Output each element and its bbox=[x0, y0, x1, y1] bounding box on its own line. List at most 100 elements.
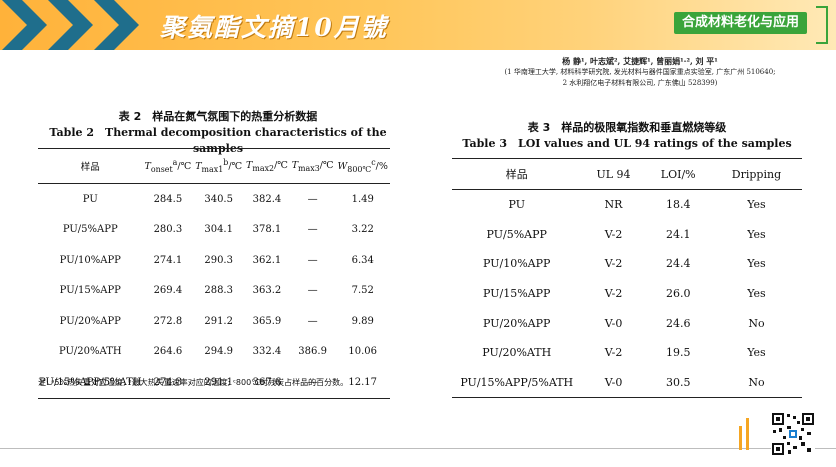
footer-divider bbox=[0, 448, 836, 449]
column-header: Tmax3/℃ bbox=[289, 148, 336, 184]
table3-caption: 表 3 样品的极限氧指数和垂直燃烧等级 Table 3 LOI values a… bbox=[452, 120, 802, 152]
table-row: PU/5%APP V-2 24.1 Yes bbox=[452, 220, 802, 250]
table-cell: 304.1 bbox=[204, 224, 233, 236]
chevron-arrows-icon bbox=[2, 0, 139, 50]
sample-cell: PU bbox=[82, 193, 98, 205]
affiliation-line: 2 水利翔亿电子材料有限公司, 广东佛山 528399) bbox=[562, 79, 718, 87]
table-cell: NR bbox=[604, 198, 623, 212]
table-row: PU/20%APP 272.8 291.2 365.9 — 9.89 bbox=[38, 306, 390, 337]
table-cell: 332.4 bbox=[252, 346, 282, 358]
table-row: PU 284.5 340.5 382.4 — 1.49 bbox=[38, 184, 390, 215]
table-cell: 269.4 bbox=[153, 285, 183, 297]
table-cell: V-2 bbox=[604, 227, 623, 241]
table-cell: No bbox=[748, 316, 765, 330]
table-cell: 340.5 bbox=[204, 193, 233, 205]
table-cell: 9.89 bbox=[351, 315, 374, 327]
table-cell: 288.3 bbox=[204, 285, 233, 297]
table-cell: — bbox=[307, 315, 318, 327]
author-names: 杨 静¹, 叶志斌², 艾捷辉¹, 曾丽娟¹·², 刘 平¹ bbox=[562, 56, 718, 66]
thermal-table: 样品 Tonseta/℃ Tmax1b/℃ Tmax2/℃ Tmax3/℃ W8… bbox=[38, 148, 390, 399]
table-cell: 291.2 bbox=[204, 315, 233, 327]
banner-title: 聚氨酯文摘10月號 bbox=[160, 13, 388, 42]
affiliation-line: (1 华南理工大学, 材料科学研究院, 发光材料与器件国家重点实验室, 广东广州… bbox=[504, 68, 776, 76]
sample-cell: PU/20%ATH bbox=[58, 346, 122, 358]
table2-caption-cn: 表 2 样品在氮气氛围下的热重分析数据 bbox=[118, 110, 318, 123]
table-cell: V-0 bbox=[604, 316, 623, 330]
table-row: PU/20%ATH V-2 19.5 Yes bbox=[452, 338, 802, 368]
table-cell: 382.4 bbox=[252, 193, 282, 205]
author-block: 杨 静¹, 叶志斌², 艾捷辉¹, 曾丽娟¹·², 刘 平¹ (1 华南理工大学… bbox=[450, 56, 830, 89]
table-row: PU/10%APP V-2 24.4 Yes bbox=[452, 249, 802, 279]
table-cell: 7.52 bbox=[351, 285, 374, 297]
table-row: PU NR 18.4 Yes bbox=[452, 190, 802, 220]
table-row: PU/15%APP 269.4 288.3 363.2 — 7.52 bbox=[38, 276, 390, 307]
table-cell: Yes bbox=[747, 287, 766, 301]
sample-cell: PU/5%APP bbox=[62, 224, 118, 236]
sample-cell: PU bbox=[508, 198, 525, 212]
sample-cell: PU/20%APP bbox=[483, 316, 551, 330]
table-cell: V-2 bbox=[604, 287, 623, 301]
sample-cell: PU/20%ATH bbox=[482, 346, 552, 360]
table-cell: 3.22 bbox=[351, 224, 374, 236]
column-header: 样品 bbox=[38, 148, 143, 184]
table-cell: No bbox=[748, 375, 765, 389]
table-row: PU/20%APP V-0 24.6 No bbox=[452, 308, 802, 338]
sample-cell: PU/20%APP bbox=[59, 315, 121, 327]
table3-caption-en: Table 3 LOI values and UL 94 ratings of … bbox=[462, 137, 792, 150]
sample-cell: PU/5%APP bbox=[486, 227, 547, 241]
table-cell: 386.9 bbox=[298, 346, 327, 358]
column-header: UL 94 bbox=[581, 158, 646, 190]
table-cell: 1.49 bbox=[351, 193, 374, 205]
decorative-bars-icon bbox=[739, 418, 749, 450]
table-cell: 272.8 bbox=[153, 315, 183, 327]
sample-cell: PU/15%APP/5%ATH bbox=[460, 375, 574, 389]
table-cell: 26.0 bbox=[665, 287, 691, 301]
table-cell: — bbox=[307, 285, 318, 297]
table-cell: 264.6 bbox=[153, 346, 183, 358]
column-header: W800℃c/% bbox=[335, 148, 390, 184]
sample-cell: PU/10%APP bbox=[483, 257, 551, 271]
table-cell: — bbox=[307, 224, 318, 236]
table-row: PU/5%APP 280.3 304.1 378.1 — 3.22 bbox=[38, 215, 390, 246]
table-cell: Yes bbox=[747, 257, 766, 271]
table-cell: Yes bbox=[747, 198, 766, 212]
table2-footnote: 注: ᵃ5%热失重对应温度; ᵇ最大热失重速率对应的温度; ᶜ800℃时残炭占样… bbox=[38, 378, 349, 387]
table-header-row: 样品 Tonseta/℃ Tmax1b/℃ Tmax2/℃ Tmax3/℃ W8… bbox=[38, 148, 390, 184]
column-header: Tmax2/℃ bbox=[244, 148, 290, 184]
table-row: PU/20%ATH 264.6 294.9 332.4 386.9 10.06 bbox=[38, 337, 390, 368]
loi-table: 样品 UL 94 LOI/% Dripping PU NR 18.4 Yes P… bbox=[452, 158, 802, 399]
header-banner: 聚氨酯文摘10月號 合成材料老化与应用 bbox=[0, 0, 836, 50]
table-header-row: 样品 UL 94 LOI/% Dripping bbox=[452, 158, 802, 190]
table-row: PU/15%APP/5%ATH V-0 30.5 No bbox=[452, 368, 802, 398]
table-cell: 10.06 bbox=[348, 346, 378, 358]
category-tag: 合成材料老化与应用 bbox=[673, 12, 807, 34]
table-cell: 378.1 bbox=[252, 224, 282, 236]
table-cell: 284.5 bbox=[153, 193, 183, 205]
table-cell: 365.9 bbox=[252, 315, 282, 327]
column-header: Tmax1b/℃ bbox=[193, 148, 245, 184]
table-cell: — bbox=[307, 193, 318, 205]
sample-cell: PU/10%APP bbox=[59, 254, 121, 266]
table-cell: 19.5 bbox=[665, 346, 691, 360]
column-header: 样品 bbox=[452, 158, 582, 190]
table-cell: 6.34 bbox=[351, 254, 374, 266]
table-row: PU/15%APP V-2 26.0 Yes bbox=[452, 279, 802, 309]
table-cell: V-0 bbox=[604, 375, 623, 389]
table-cell: 363.2 bbox=[252, 285, 282, 297]
table-cell: 280.3 bbox=[153, 224, 183, 236]
sample-cell: PU/15%APP bbox=[59, 285, 121, 297]
table-cell: 18.4 bbox=[665, 198, 691, 212]
table-cell: 362.1 bbox=[252, 254, 282, 266]
qr-code-icon[interactable] bbox=[771, 412, 815, 456]
table-cell: 24.6 bbox=[665, 316, 691, 330]
column-header: Dripping bbox=[710, 158, 802, 190]
table-cell: Yes bbox=[747, 227, 766, 241]
table-cell: V-2 bbox=[604, 346, 623, 360]
table-cell: Yes bbox=[747, 346, 766, 360]
table-cell: V-2 bbox=[604, 257, 623, 271]
table-cell: 290.3 bbox=[204, 254, 233, 266]
table-cell: 24.1 bbox=[665, 227, 691, 241]
table-cell: 294.9 bbox=[204, 346, 233, 358]
tag-bracket bbox=[816, 6, 828, 44]
table3-caption-cn: 表 3 样品的极限氧指数和垂直燃烧等级 bbox=[527, 121, 727, 134]
